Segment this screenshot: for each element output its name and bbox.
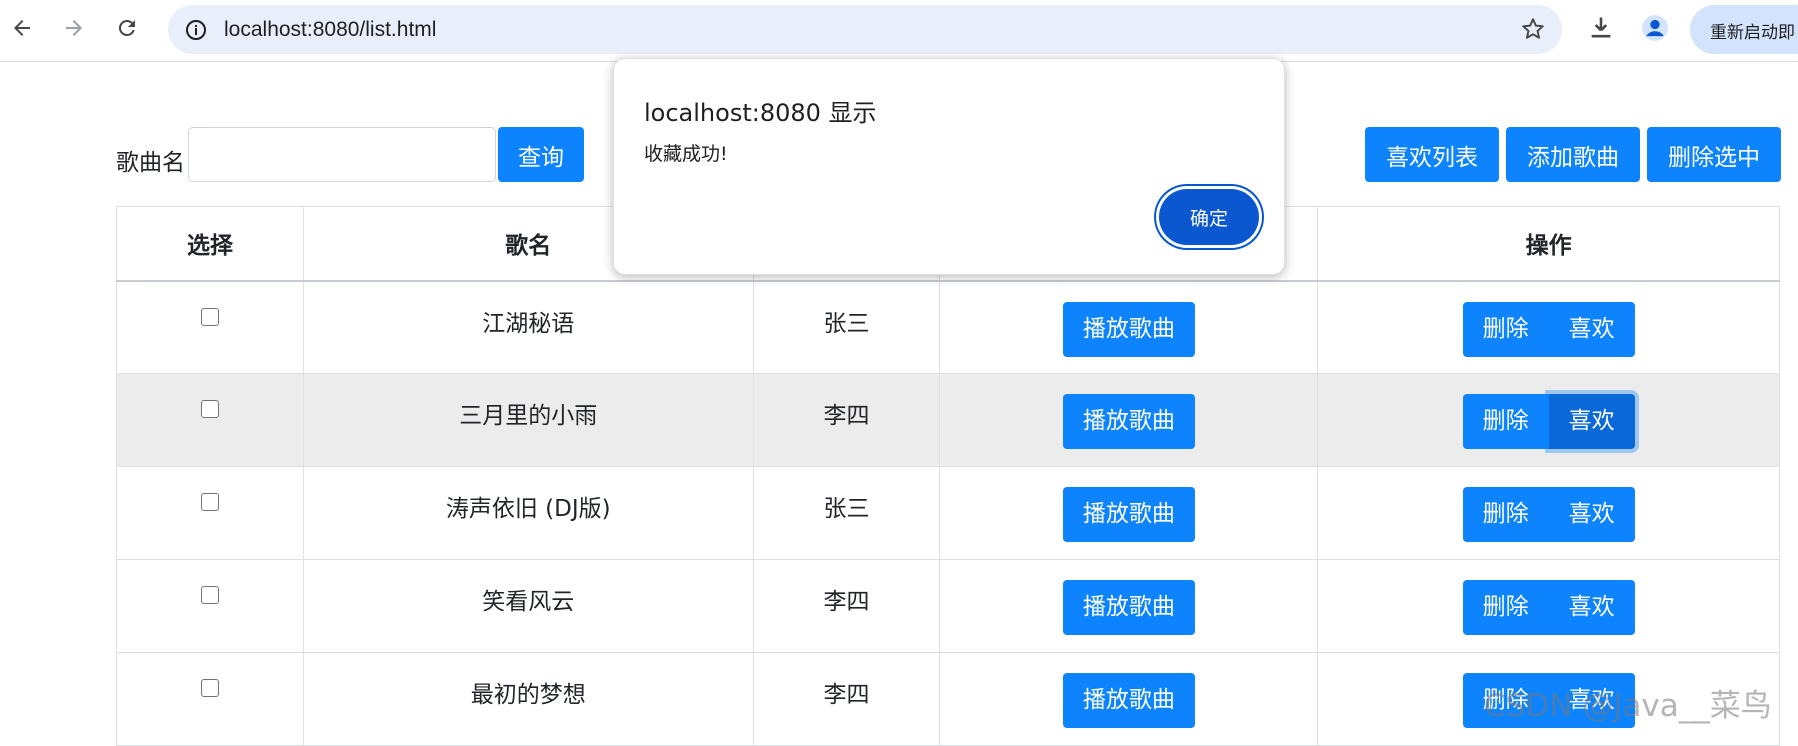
- header-select: 选择: [116, 206, 304, 282]
- row-checkbox[interactable]: [200, 400, 219, 418]
- url-text[interactable]: localhost:8080/list.html: [224, 18, 436, 42]
- delete-button[interactable]: 删除: [1462, 487, 1549, 542]
- like-button[interactable]: 喜欢: [1548, 487, 1635, 542]
- delete-selected-button[interactable]: 删除选中: [1647, 127, 1781, 182]
- like-button[interactable]: 喜欢: [1548, 580, 1635, 635]
- address-bar[interactable]: localhost:8080/list.html: [168, 5, 1562, 54]
- song-name-label: 歌曲名: [116, 150, 185, 176]
- row-action-group: 删除 喜欢: [1462, 301, 1635, 357]
- like-button[interactable]: 喜欢: [1548, 394, 1635, 449]
- select-cell: [116, 466, 304, 560]
- dialog-title: localhost:8080 显示: [644, 99, 877, 127]
- back-button[interactable]: [4, 10, 40, 46]
- play-cell: 播放歌曲: [939, 559, 1319, 653]
- table-row: 江湖秘语 张三 播放歌曲 删除 喜欢: [116, 280, 1780, 374]
- play-cell: 播放歌曲: [939, 466, 1319, 560]
- row-action-group: 删除 喜欢: [1462, 487, 1635, 542]
- row-checkbox[interactable]: [200, 679, 219, 697]
- bookmark-star-icon[interactable]: [1520, 16, 1546, 42]
- song-name-cell: 江湖秘语: [302, 280, 754, 374]
- table-row: 涛声依旧 (DJ版) 张三 播放歌曲 删除 喜欢: [116, 466, 1780, 560]
- relaunch-button[interactable]: 重新启动即: [1690, 5, 1798, 54]
- singer-cell: 李四: [752, 373, 941, 467]
- add-song-button[interactable]: 添加歌曲: [1506, 127, 1640, 182]
- download-icon[interactable]: [1587, 14, 1615, 42]
- actions-cell: 删除 喜欢: [1317, 559, 1780, 653]
- row-action-group: 删除 喜欢: [1462, 580, 1635, 635]
- favorites-list-button[interactable]: 喜欢列表: [1365, 127, 1499, 182]
- play-cell: 播放歌曲: [939, 280, 1319, 374]
- profile-avatar-icon[interactable]: [1641, 14, 1669, 42]
- singer-cell: 张三: [752, 280, 941, 374]
- table-row: 三月里的小雨 李四 播放歌曲 删除 喜欢: [116, 373, 1780, 467]
- row-checkbox[interactable]: [200, 493, 219, 511]
- song-name-cell: 三月里的小雨: [302, 373, 754, 467]
- arrow-left-icon: [14, 20, 30, 36]
- forward-button[interactable]: [56, 10, 92, 46]
- play-cell: 播放歌曲: [939, 373, 1319, 467]
- play-song-button[interactable]: 播放歌曲: [1062, 673, 1195, 728]
- row-checkbox[interactable]: [200, 307, 219, 326]
- song-name-cell: 笑看风云: [302, 559, 754, 653]
- row-checkbox[interactable]: [200, 586, 219, 604]
- query-button[interactable]: 查询: [498, 127, 584, 182]
- play-song-button[interactable]: 播放歌曲: [1062, 394, 1195, 449]
- browser-toolbar: localhost:8080/list.html 重新启动即: [0, 0, 1798, 62]
- delete-button[interactable]: 删除: [1462, 394, 1549, 449]
- dialog-message: 收藏成功!: [644, 143, 728, 165]
- singer-cell: 李四: [752, 559, 941, 653]
- actions-cell: 删除 喜欢: [1317, 373, 1780, 467]
- song-name-cell: 涛声依旧 (DJ版): [302, 466, 754, 560]
- header-actions: 操作: [1317, 206, 1780, 282]
- select-cell: [116, 280, 304, 374]
- select-cell: [116, 373, 304, 467]
- table-row: 笑看风云 李四 播放歌曲 删除 喜欢: [116, 559, 1780, 653]
- play-song-button[interactable]: 播放歌曲: [1062, 301, 1195, 357]
- select-cell: [116, 559, 304, 653]
- play-song-button[interactable]: 播放歌曲: [1062, 487, 1195, 542]
- singer-cell: 张三: [752, 466, 941, 560]
- arrow-right-icon: [66, 20, 82, 36]
- info-icon[interactable]: [184, 18, 208, 42]
- reload-button[interactable]: [109, 10, 145, 46]
- like-button[interactable]: 喜欢: [1548, 301, 1635, 357]
- actions-cell: 删除 喜欢: [1317, 466, 1780, 560]
- play-song-button[interactable]: 播放歌曲: [1062, 580, 1195, 635]
- delete-button[interactable]: 删除: [1462, 301, 1549, 357]
- alert-dialog: localhost:8080 显示 收藏成功! 确定: [613, 58, 1285, 275]
- actions-cell: 删除 喜欢: [1317, 280, 1780, 374]
- watermark: CSDN @Java__菜鸟: [1484, 688, 1772, 724]
- delete-button[interactable]: 删除: [1462, 580, 1549, 635]
- dialog-ok-button[interactable]: 确定: [1159, 189, 1259, 245]
- song-table: 选择 歌名 歌手 歌曲 操作 江湖秘语 张三 播放歌曲 删除喜欢 三月里的小雨 …: [116, 206, 1780, 746]
- song-name-input[interactable]: [188, 127, 496, 182]
- reload-icon: [118, 19, 135, 36]
- row-action-group: 删除 喜欢: [1462, 394, 1635, 449]
